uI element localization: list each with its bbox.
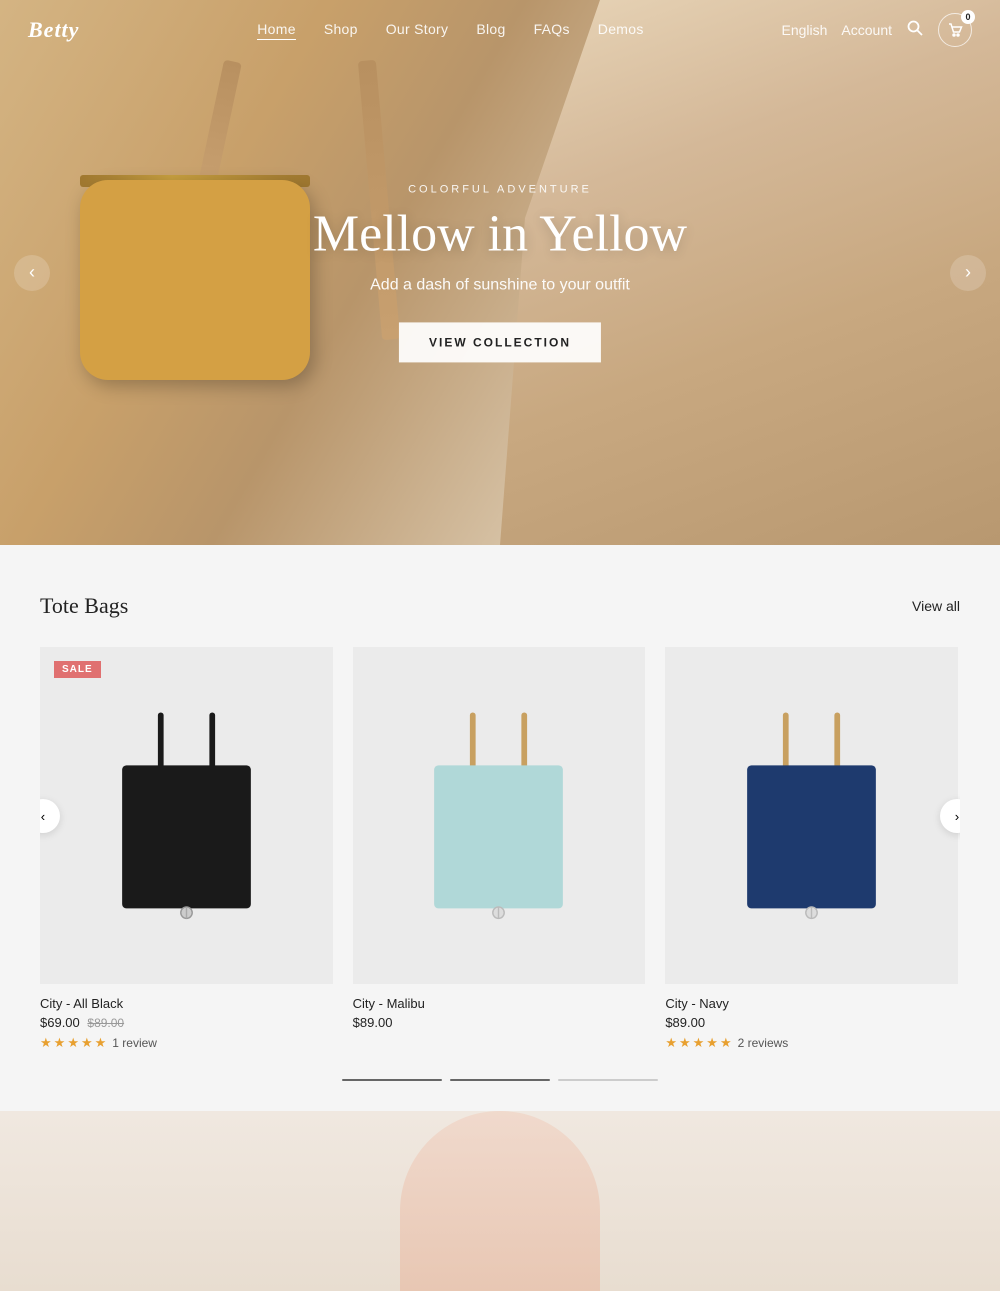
nav-demos[interactable]: Demos xyxy=(598,21,644,37)
search-icon[interactable] xyxy=(906,19,924,42)
hero-section: ‹ › COLORFUL ADVENTURE Mellow in Yellow … xyxy=(0,0,1000,545)
bottom-section xyxy=(0,1111,1000,1291)
hero-prev-button[interactable]: ‹ xyxy=(14,255,50,291)
star-3: ★ xyxy=(67,1035,79,1051)
nav-shop[interactable]: Shop xyxy=(324,21,358,37)
carousel-progress xyxy=(40,1079,960,1081)
navigation: Betty Home Shop Our Story Blog FAQs Demo… xyxy=(0,0,1000,60)
products-title: Tote Bags xyxy=(40,593,128,619)
product-price-3: $89.00 xyxy=(665,1015,958,1030)
nav-right: English Account 0 xyxy=(781,13,972,47)
product-stars-3: ★ ★ ★ ★ ★ 2 reviews xyxy=(665,1035,958,1051)
progress-bar-2 xyxy=(450,1079,550,1081)
star-3-4: ★ xyxy=(706,1035,718,1051)
star-3-2: ★ xyxy=(679,1035,691,1051)
star-3-5: ★ xyxy=(720,1035,732,1051)
bottom-figure-decoration xyxy=(400,1111,600,1291)
view-all-link[interactable]: View all xyxy=(912,598,960,614)
star-3-1: ★ xyxy=(665,1035,677,1051)
star-1: ★ xyxy=(40,1035,52,1051)
product-price-1: $69.00 $89.00 xyxy=(40,1015,333,1030)
product-sale-price-3: $89.00 xyxy=(665,1015,705,1030)
star-5: ★ xyxy=(95,1035,107,1051)
cart-button[interactable]: 0 xyxy=(938,13,972,47)
product-sale-price-2: $89.00 xyxy=(353,1015,393,1030)
product-card-3[interactable]: City - Navy $89.00 ★ ★ ★ ★ ★ 2 reviews xyxy=(665,647,958,1051)
product-stars-1: ★ ★ ★ ★ ★ 1 review xyxy=(40,1035,333,1051)
progress-bar-3 xyxy=(558,1079,658,1081)
product-name-2: City - Malibu xyxy=(353,996,646,1011)
progress-bar-1 xyxy=(342,1079,442,1081)
bag-body xyxy=(80,180,310,380)
hero-cta-button[interactable]: VIEW COLLECTION xyxy=(399,322,601,362)
cart-count: 0 xyxy=(961,10,975,24)
nav-home[interactable]: Home xyxy=(257,21,296,40)
language-selector[interactable]: English xyxy=(781,22,827,38)
nav-blog[interactable]: Blog xyxy=(476,21,505,37)
nav-our-story[interactable]: Our Story xyxy=(386,21,449,37)
product-image-1: SALE xyxy=(40,647,333,984)
product-card-2[interactable]: City - Malibu $89.00 xyxy=(353,647,646,1051)
review-count-1: 1 review xyxy=(112,1036,157,1050)
site-logo[interactable]: Betty xyxy=(28,17,79,43)
product-card-1[interactable]: SALE xyxy=(40,647,333,1051)
product-name-3: City - Navy xyxy=(665,996,958,1011)
product-image-3 xyxy=(665,647,958,984)
hero-next-button[interactable]: › xyxy=(950,255,986,291)
product-name-1: City - All Black xyxy=(40,996,333,1011)
product-price-2: $89.00 xyxy=(353,1015,646,1030)
product-sale-price-1: $69.00 xyxy=(40,1015,80,1030)
star-3-3: ★ xyxy=(693,1035,705,1051)
products-grid: SALE xyxy=(40,647,960,1051)
product-image-2 xyxy=(353,647,646,984)
sale-badge-1: SALE xyxy=(54,661,101,678)
product-img-inner-3 xyxy=(665,647,958,984)
nav-links: Home Shop Our Story Blog FAQs Demos xyxy=(119,21,781,39)
hero-content: COLORFUL ADVENTURE Mellow in Yellow Add … xyxy=(313,183,687,362)
products-section: Tote Bags View all ‹ SALE xyxy=(0,545,1000,1111)
star-2: ★ xyxy=(54,1035,66,1051)
product-img-inner-2 xyxy=(353,647,646,984)
nav-faqs[interactable]: FAQs xyxy=(534,21,570,37)
account-link[interactable]: Account xyxy=(841,22,892,38)
product-img-inner-1 xyxy=(40,647,333,984)
products-header: Tote Bags View all xyxy=(40,593,960,619)
star-4: ★ xyxy=(81,1035,93,1051)
product-original-price-1: $89.00 xyxy=(87,1016,124,1030)
hero-title: Mellow in Yellow xyxy=(313,205,687,262)
hero-subtitle: COLORFUL ADVENTURE xyxy=(313,183,687,195)
review-count-3: 2 reviews xyxy=(738,1036,789,1050)
products-carousel: ‹ SALE xyxy=(40,647,960,1051)
hero-description: Add a dash of sunshine to your outfit xyxy=(313,276,687,294)
